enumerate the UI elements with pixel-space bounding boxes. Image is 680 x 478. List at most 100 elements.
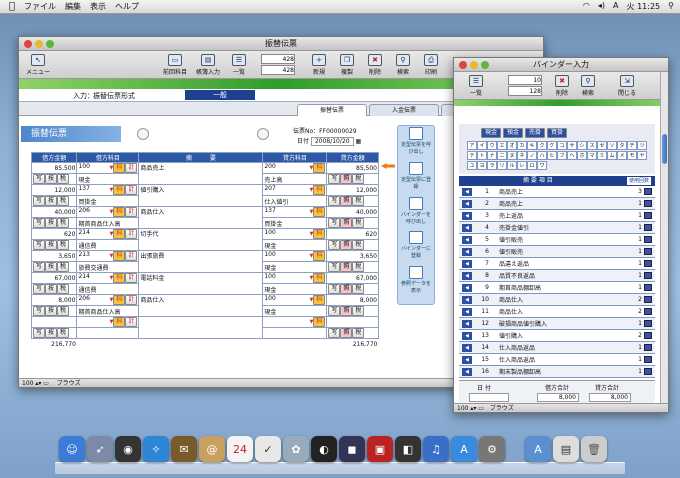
dropdown-icon[interactable]: ▼ 科計 (110, 207, 138, 217)
kana-filter-button[interactable]: ヘ (567, 151, 577, 160)
credit-amount[interactable]: 67,000 (326, 272, 379, 284)
kana-filter-button[interactable]: ト (477, 151, 487, 160)
credit-account[interactable]: 100 ▼ 科 (262, 294, 328, 306)
open-item-icon[interactable] (644, 284, 652, 291)
dashboard-icon[interactable]: ◉ (115, 436, 141, 462)
credit-account[interactable]: 100 ▼ 科 (262, 228, 328, 240)
binder-item[interactable]: ◀ 6 値引販売 1 (459, 246, 655, 258)
select-arrow-icon[interactable]: ◀ (462, 283, 472, 292)
menu-edit[interactable]: 編集 (65, 1, 81, 12)
select-arrow-icon[interactable]: ◀ (462, 259, 472, 268)
debit-account[interactable]: ▼ 科計 (76, 316, 140, 328)
memo-field[interactable]: 出張旅費 (138, 250, 264, 273)
binder-delete-button[interactable]: ✖ 削除 (548, 74, 576, 98)
dropdown-icon[interactable]: ▼ 科 (309, 207, 326, 217)
new-button[interactable]: + 新規 (305, 53, 333, 77)
binder-item[interactable]: ◀ 13 値引購入 2 (459, 330, 655, 342)
kana-filter-button[interactable]: ス (587, 141, 597, 150)
open-item-icon[interactable] (644, 308, 652, 315)
binder-item[interactable]: ◀ 4 売掛金値引 1 (459, 222, 655, 234)
kana-filter-button[interactable]: ヨ (477, 161, 487, 170)
kana-filter-button[interactable]: ソ (607, 141, 617, 150)
kana-filter-button[interactable]: ル (507, 161, 517, 170)
dropdown-icon[interactable]: ▼ 科計 (110, 229, 138, 239)
minimize-icon[interactable] (35, 40, 43, 48)
close-icon[interactable] (459, 61, 467, 69)
binder-date-field[interactable] (469, 393, 509, 402)
menu-help[interactable]: ヘルプ (115, 1, 139, 12)
dropdown-icon[interactable]: ▼ 科 (309, 317, 326, 327)
user-icon[interactable]: A (613, 1, 618, 12)
binder-item[interactable]: ◀ 3 売上返品 1 (459, 210, 655, 222)
prev-account-button[interactable]: ▭ 前回科目 (159, 53, 191, 77)
open-item-icon[interactable] (644, 224, 652, 231)
open-item-icon[interactable] (644, 368, 652, 375)
debit-account[interactable]: 214 ▼ 科計 (76, 272, 140, 284)
binder-list-button[interactable]: ☰ 一覧 (462, 74, 490, 98)
memo-field[interactable]: 電話料金 (138, 272, 264, 295)
kana-filter-button[interactable]: セ (597, 141, 607, 150)
side-action-button[interactable]: バインダーに登録 (401, 231, 431, 259)
kana-filter-button[interactable]: ア (467, 141, 477, 150)
kana-filter-button[interactable]: ユ (467, 161, 477, 170)
kana-filter-button[interactable]: ウ (487, 141, 497, 150)
kana-filter-button[interactable]: ノ (527, 151, 537, 160)
dropdown-icon[interactable]: ▼ 科 (309, 251, 326, 261)
kana-filter-button[interactable]: ラ (487, 161, 497, 170)
binder-item[interactable]: ◀ 15 仕入商品返品 1 (459, 354, 655, 366)
debit-account[interactable]: 213 ▼ 科計 (76, 250, 140, 262)
binder-item[interactable]: ◀ 16 期末製品棚卸高 1 (459, 366, 655, 378)
documents-icon[interactable]: ▤ (553, 436, 579, 462)
kana-filter-button[interactable]: テ (467, 151, 477, 160)
binder-item[interactable]: ◀ 1 商品売上 3 (459, 186, 655, 198)
kana-filter-button[interactable]: ワ (537, 161, 547, 170)
select-arrow-icon[interactable]: ◀ (462, 355, 472, 364)
radio-circle[interactable] (257, 128, 269, 140)
applications-folder-icon[interactable]: A (525, 436, 551, 462)
credit-amount[interactable]: 3,650 (326, 250, 379, 262)
binder-search-button[interactable]: ⚲ 検索 (574, 74, 602, 98)
finder-icon[interactable]: ☺ (59, 436, 85, 462)
open-item-icon[interactable] (644, 332, 652, 339)
itunes-icon[interactable]: ♫ (423, 436, 449, 462)
credit-amount[interactable]: 85,500 (326, 162, 379, 174)
kana-filter-button[interactable]: レ (517, 161, 527, 170)
voucher-titlebar[interactable]: 振替伝票 (19, 37, 543, 51)
apple-icon[interactable]:  (9, 1, 15, 12)
debit-amount[interactable] (30, 316, 78, 328)
select-arrow-icon[interactable]: ◀ (462, 223, 472, 232)
binder-item[interactable]: ◀ 11 商品仕入 2 (459, 306, 655, 318)
dropdown-icon[interactable]: ▼ 科計 (110, 273, 138, 283)
memo-field[interactable]: 値引購入 (138, 184, 264, 207)
dropdown-icon[interactable]: ▼ 科計 (110, 185, 138, 195)
side-action-button[interactable]: 定型伝票に登録 (401, 162, 431, 190)
dropdown-icon[interactable]: ▼ 科 (309, 273, 326, 283)
menu-button[interactable]: ↖ メニュー (23, 53, 53, 77)
ledger-entry-button[interactable]: ▤ 帳簿入力 (193, 53, 223, 77)
select-arrow-icon[interactable]: ◀ (462, 199, 472, 208)
select-arrow-icon[interactable]: ◀ (462, 331, 472, 340)
kana-filter-button[interactable]: ヤ (637, 151, 647, 160)
select-arrow-icon[interactable]: ◀ (462, 247, 472, 256)
debit-amount[interactable]: 8,000 (30, 294, 78, 306)
binder-close-button[interactable]: ⇲ 閉じる (612, 74, 642, 98)
addressbook-icon[interactable]: @ (199, 436, 225, 462)
dropdown-icon[interactable]: ▼ 科計 (110, 163, 138, 173)
open-item-icon[interactable] (644, 188, 652, 195)
binder-item[interactable]: ◀ 12 破損商品値引購入 1 (459, 318, 655, 330)
copy-button[interactable]: ❐ 複製 (333, 53, 361, 77)
credit-account[interactable]: 100 ▼ 科 (262, 272, 328, 284)
list-button[interactable]: ☰ 一覧 (225, 53, 253, 77)
debit-account[interactable]: 206 ▼ 科計 (76, 206, 140, 218)
select-arrow-icon[interactable]: ◀ (462, 307, 472, 316)
preview-icon[interactable]: ✓ (255, 436, 281, 462)
binder-item[interactable]: ◀ 8 品質不良返品 1 (459, 270, 655, 282)
category-button[interactable]: 買掛 (547, 128, 568, 138)
dropdown-icon[interactable]: ▼ 科 (309, 163, 326, 173)
menu-view[interactable]: 表示 (90, 1, 106, 12)
credit-account[interactable]: 200 ▼ 科 (262, 162, 328, 174)
kana-filter-button[interactable]: ム (607, 151, 617, 160)
minimize-icon[interactable] (470, 61, 478, 69)
scroll-thumb[interactable] (662, 134, 667, 164)
open-item-icon[interactable] (644, 272, 652, 279)
